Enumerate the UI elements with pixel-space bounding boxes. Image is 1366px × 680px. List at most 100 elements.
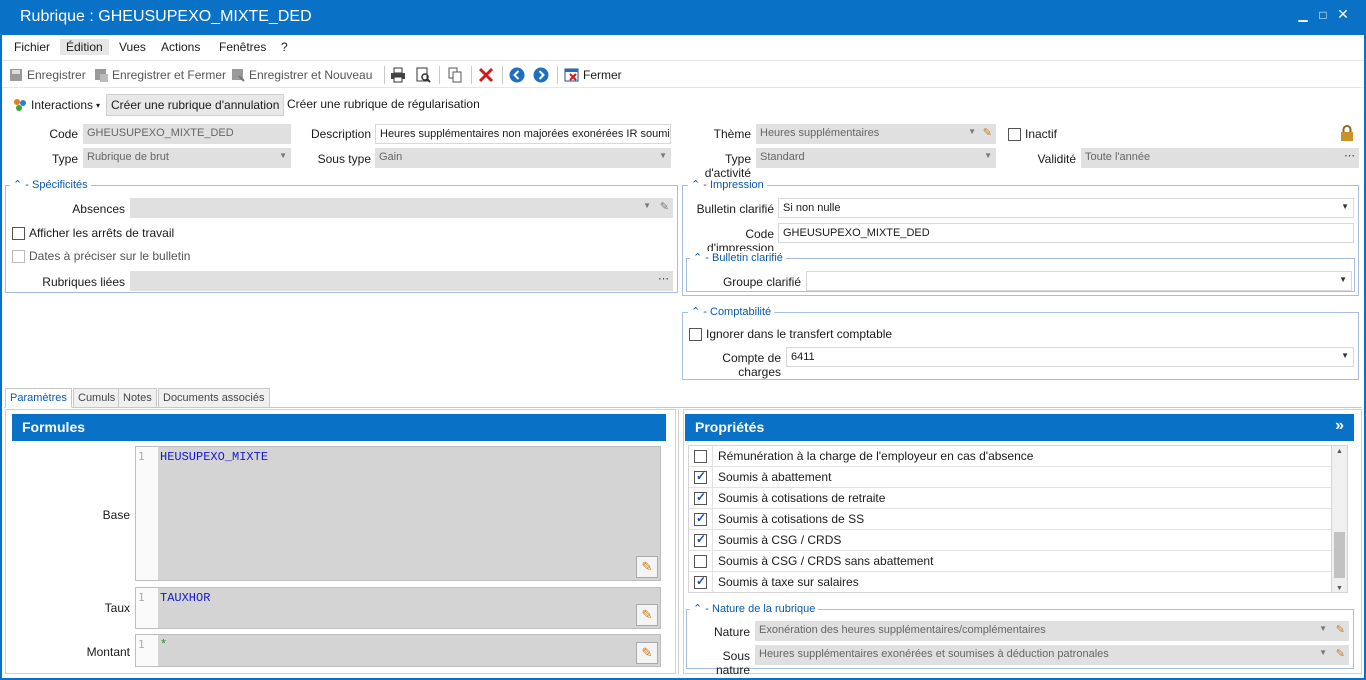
montant-formula[interactable]: * xyxy=(160,638,167,652)
save-button[interactable]: Enregistrer xyxy=(8,67,86,83)
property-row[interactable]: Soumis à abattement xyxy=(689,466,1347,488)
absences-select[interactable]: ▼ ✎ xyxy=(130,198,673,218)
ellipsis-icon[interactable]: ⋯ xyxy=(658,272,669,285)
maximize-icon[interactable]: □ xyxy=(1316,8,1330,22)
menu-help[interactable]: ? xyxy=(275,39,294,55)
property-checkbox[interactable] xyxy=(694,511,707,526)
taux-editor[interactable]: 1 TAUXHOR ✎ xyxy=(135,587,661,629)
property-row[interactable]: Soumis à cotisations de SS xyxy=(689,508,1347,530)
property-checkbox[interactable] xyxy=(694,574,707,589)
base-editor[interactable]: 1 HEUSUPEXO_MIXTE ✎ xyxy=(135,446,661,581)
menu-fichier[interactable]: Fichier xyxy=(8,39,56,55)
previous-icon[interactable] xyxy=(509,67,525,83)
dates-checkbox[interactable]: Dates à préciser sur le bulletin xyxy=(12,249,190,263)
property-checkbox[interactable] xyxy=(694,469,707,484)
tab-notes[interactable]: Notes xyxy=(118,388,157,408)
linked-field[interactable]: ⋯ xyxy=(130,271,673,291)
subnature-select[interactable]: Heures supplémentaires exonérées et soum… xyxy=(755,645,1349,665)
print-code-field[interactable]: GHEUSUPEXO_MIXTE_DED xyxy=(778,223,1354,243)
close-button[interactable]: Fermer xyxy=(564,67,622,83)
subtype-label: Sous type xyxy=(317,152,371,166)
window-title: Rubrique : GHEUSUPEXO_MIXTE_DED xyxy=(20,8,312,25)
save-close-button[interactable]: Enregistrer et Fermer xyxy=(93,67,226,83)
minimize-icon[interactable]: ▁ xyxy=(1296,8,1310,22)
base-formula[interactable]: HEUSUPEXO_MIXTE xyxy=(160,450,268,464)
menu-fenetres[interactable]: Fenêtres xyxy=(213,39,272,55)
edit-pencil-icon[interactable]: ✎ xyxy=(636,642,658,664)
edit-icon[interactable]: ✎ xyxy=(1336,647,1345,660)
taux-formula[interactable]: TAUXHOR xyxy=(160,591,210,605)
edit-icon[interactable]: ✎ xyxy=(660,200,669,213)
edit-pencil-icon[interactable]: ✎ xyxy=(636,604,658,626)
property-row[interactable]: Soumis à taxe sur salaires xyxy=(689,571,1347,592)
property-checkbox[interactable] xyxy=(694,449,707,463)
property-checkbox[interactable] xyxy=(694,554,707,568)
activity-select[interactable]: Standard ▼ xyxy=(756,148,996,168)
property-row[interactable]: Soumis à CSG / CRDS xyxy=(689,529,1347,551)
expand-icon[interactable]: » xyxy=(1335,417,1344,435)
print-preview-icon[interactable] xyxy=(415,67,431,83)
edit-icon[interactable]: ✎ xyxy=(1336,623,1345,636)
create-regul-rubric-button[interactable]: Créer une rubrique de régularisation xyxy=(283,94,484,116)
scrollbar[interactable]: ▲ ▼ xyxy=(1331,446,1347,592)
menu-actions[interactable]: Actions xyxy=(155,39,206,55)
ignore-transfer-check[interactable] xyxy=(689,327,702,341)
specificites-title[interactable]: ⌃ - Spécificités xyxy=(10,178,91,191)
clarified-subgroup-title[interactable]: ⌃ - Bulletin clarifié xyxy=(690,251,786,264)
copy-icon[interactable] xyxy=(447,67,463,83)
code-field[interactable]: GHEUSUPEXO_MIXTE_DED xyxy=(83,124,291,144)
description-field[interactable]: Heures supplémentaires non majorées exon… xyxy=(375,124,671,144)
impression-title[interactable]: ⌃ - Impression xyxy=(688,178,767,191)
validity-field[interactable]: Toute l'année ⋯ xyxy=(1081,148,1359,168)
close-window-icon[interactable]: ✕ xyxy=(1336,6,1350,23)
clarified-select[interactable]: Si non nulle ▼ xyxy=(778,198,1354,218)
tab-cumuls[interactable]: Cumuls xyxy=(73,388,121,408)
tab-parametres[interactable]: Paramètres xyxy=(5,388,72,408)
dates-check[interactable] xyxy=(12,249,25,263)
inactive-check[interactable] xyxy=(1008,127,1021,141)
property-checkbox-cell xyxy=(689,466,713,488)
property-row[interactable]: Rémunération à la charge de l'employeur … xyxy=(689,446,1347,467)
subnature-value: Heures supplémentaires exonérées et soum… xyxy=(759,648,1109,660)
menu-vues[interactable]: Vues xyxy=(113,39,152,55)
delete-icon[interactable] xyxy=(478,67,494,83)
proprietes-header: Propriétés » xyxy=(685,414,1354,441)
account-select[interactable]: 6411 ▼ xyxy=(786,347,1354,367)
create-cancel-rubric-button[interactable]: Créer une rubrique d'annulation xyxy=(106,94,285,116)
property-row[interactable]: Soumis à cotisations de retraite xyxy=(689,487,1347,509)
menu-edition[interactable]: Édition xyxy=(60,39,109,55)
taux-label: Taux xyxy=(104,601,130,615)
ellipsis-icon[interactable]: ⋯ xyxy=(1344,149,1355,162)
edit-icon[interactable]: ✎ xyxy=(983,126,992,139)
interactions-button[interactable]: Interactions ▾ xyxy=(8,94,104,116)
toolbar-separator xyxy=(557,66,558,84)
save-new-button[interactable]: Enregistrer et Nouveau xyxy=(230,67,372,83)
property-checkbox[interactable] xyxy=(694,490,707,505)
nature-select[interactable]: Exonération des heures supplémentaires/c… xyxy=(755,621,1349,641)
comptabilite-title[interactable]: ⌃ - Comptabilité xyxy=(688,305,775,318)
dropdown-arrow-icon: ▾ xyxy=(96,100,101,110)
scroll-up-icon[interactable]: ▲ xyxy=(1336,448,1343,455)
theme-select[interactable]: Heures supplémentaires ▼ ✎ xyxy=(756,124,996,144)
clarified-label: Bulletin clarifié xyxy=(696,202,774,216)
show-stops-check[interactable] xyxy=(12,226,25,240)
next-icon[interactable] xyxy=(533,67,549,83)
scroll-down-icon[interactable]: ▼ xyxy=(1336,585,1343,592)
type-select[interactable]: Rubrique de brut ▼ xyxy=(83,148,291,168)
property-checkbox[interactable] xyxy=(694,532,707,547)
nature-label: Nature xyxy=(713,625,750,639)
montant-editor[interactable]: 1 * ✎ xyxy=(135,634,661,667)
inactive-checkbox[interactable]: Inactif xyxy=(1008,127,1057,141)
group-select[interactable]: ▼ xyxy=(806,271,1352,291)
ignore-transfer-checkbox[interactable]: Ignorer dans le transfert comptable xyxy=(689,327,892,341)
property-row[interactable]: Soumis à CSG / CRDS sans abattement xyxy=(689,550,1347,572)
panel-splitter[interactable] xyxy=(678,409,679,674)
edit-pencil-icon[interactable]: ✎ xyxy=(636,556,658,578)
print-icon[interactable] xyxy=(390,67,406,83)
show-stops-checkbox[interactable]: Afficher les arrêts de travail xyxy=(12,226,174,240)
tab-documents[interactable]: Documents associés xyxy=(158,388,270,408)
scrollbar-thumb[interactable] xyxy=(1334,532,1345,578)
nature-title[interactable]: ⌃ - Nature de la rubrique xyxy=(690,602,819,615)
subtype-select[interactable]: Gain ▼ xyxy=(375,148,671,168)
property-checkbox-cell xyxy=(689,446,713,467)
